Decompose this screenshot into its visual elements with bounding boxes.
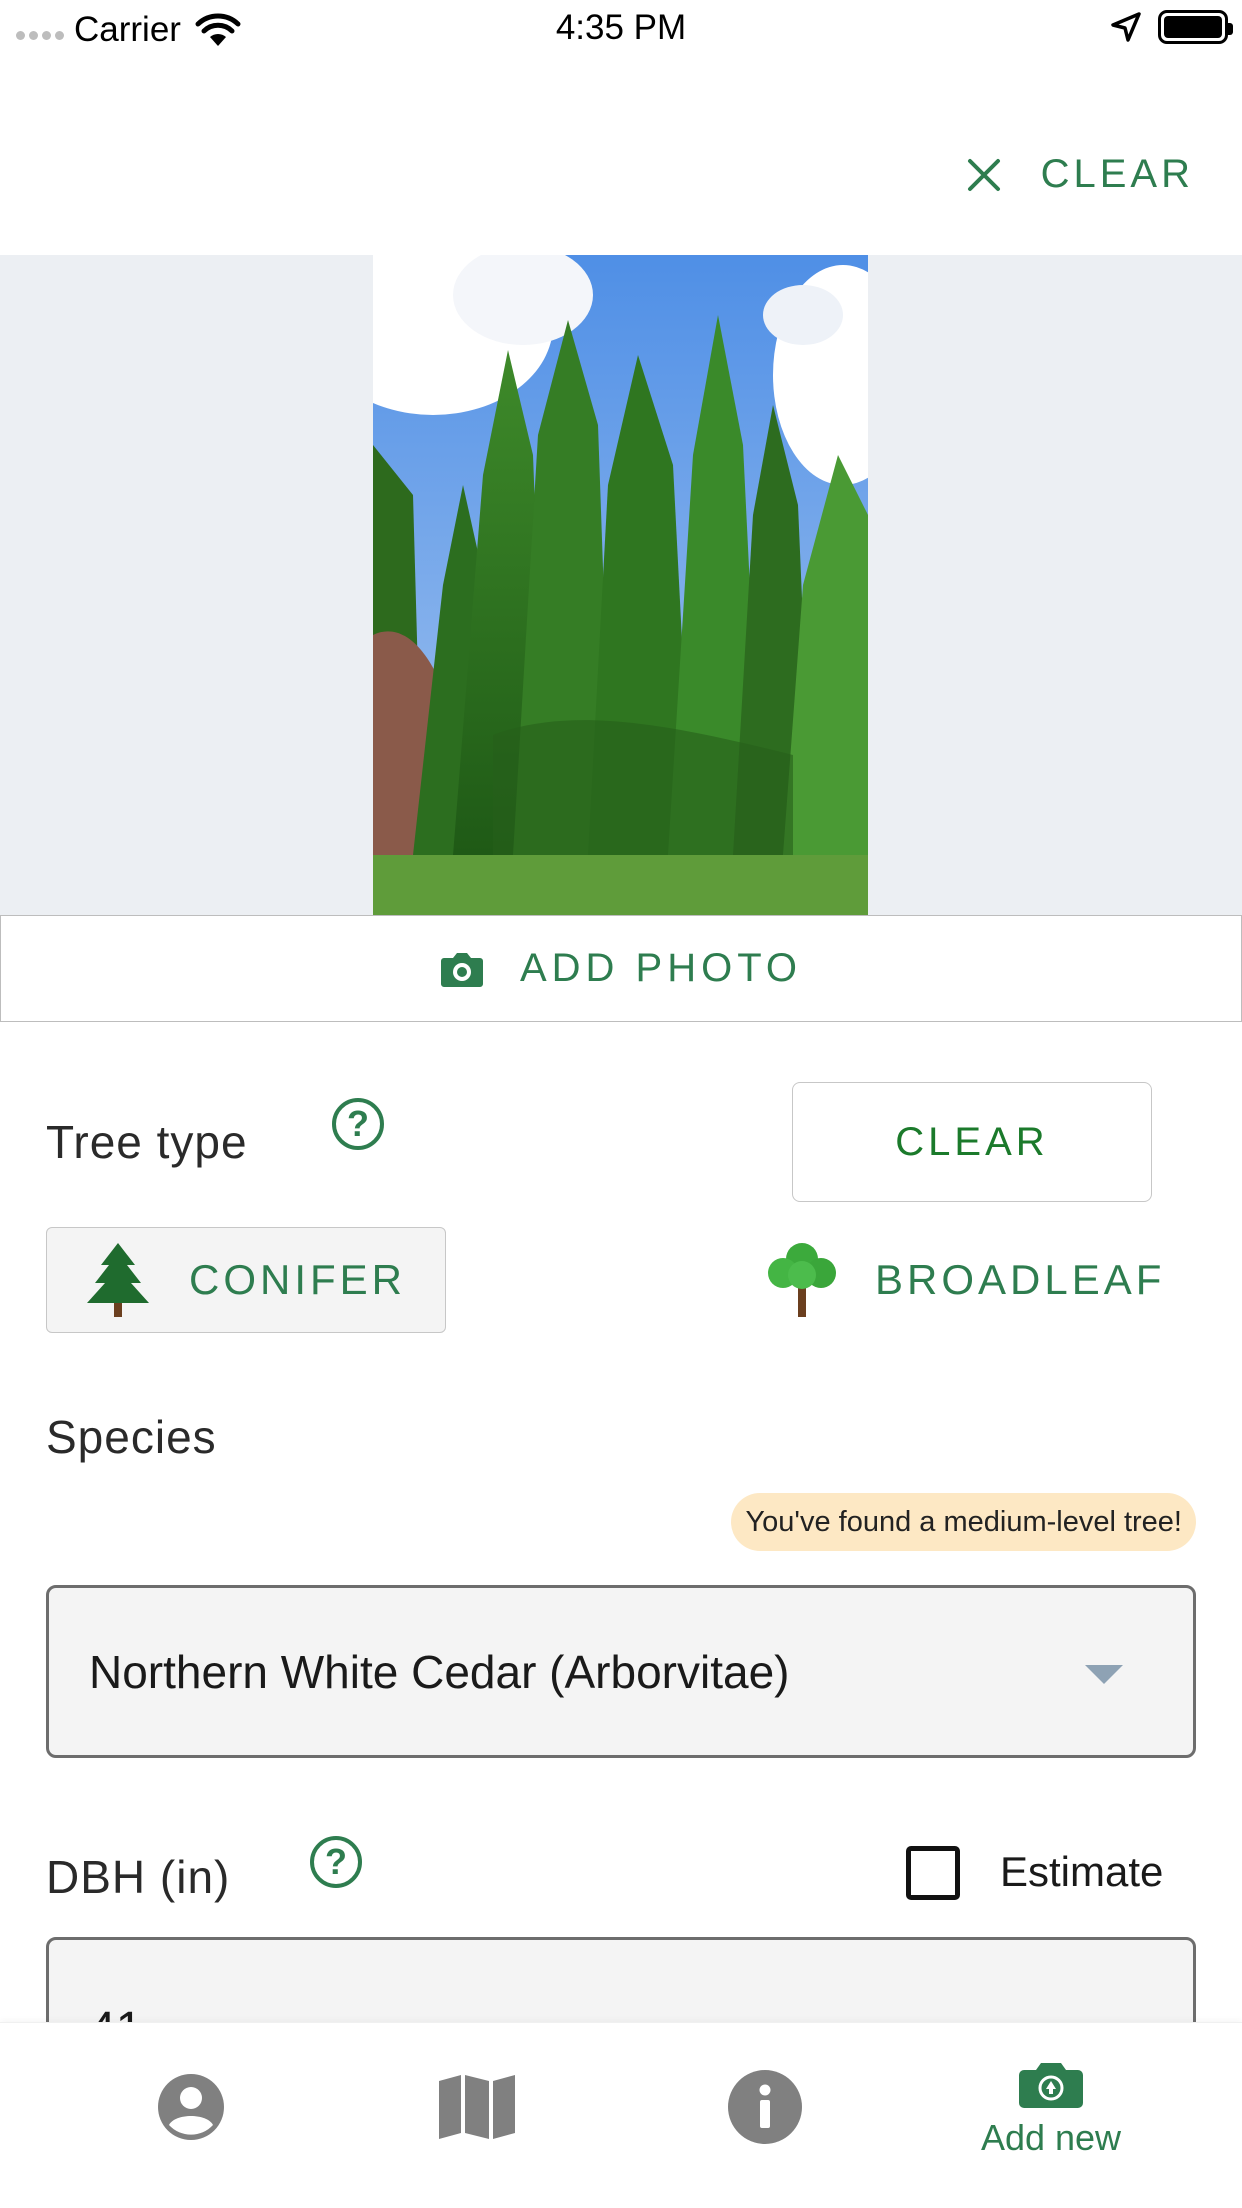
tab-profile[interactable] [36, 2023, 346, 2208]
tree-type-label: Tree type [46, 1116, 248, 1168]
tree-photo [373, 255, 868, 915]
dropdown-caret-icon [1085, 1665, 1123, 1684]
species-select[interactable]: Northern White Cedar (Arborvitae) [46, 1585, 1196, 1758]
status-time: 4:35 PM [555, 8, 687, 47]
tab-add-new[interactable]: Add new [896, 2023, 1206, 2208]
add-photo-button[interactable]: ADD PHOTO [0, 915, 1242, 1022]
conifer-button[interactable]: CONIFER [46, 1227, 446, 1333]
photo-preview-area [0, 255, 1242, 915]
map-icon [439, 2075, 515, 2139]
species-label: Species [46, 1411, 217, 1463]
status-bar: Carrier 4:35 PM [0, 0, 1242, 60]
account-circle-icon [158, 2074, 224, 2140]
broadleaf-button[interactable]: BROADLEAF [765, 1227, 1165, 1333]
add-photo-label: ADD PHOTO [519, 946, 803, 990]
estimate-checkbox[interactable] [906, 1846, 960, 1900]
tab-info[interactable] [610, 2023, 920, 2208]
tree-level-badge: You've found a medium-level tree! [731, 1493, 1196, 1551]
conifer-label: CONIFER [189, 1256, 406, 1303]
battery-icon [1158, 10, 1233, 44]
tree-type-help-icon[interactable]: ? [332, 1098, 384, 1150]
tree-type-clear-button[interactable]: CLEAR [792, 1082, 1152, 1202]
camera-icon [1019, 2063, 1083, 2108]
bottom-tab-bar: Add new [0, 2022, 1242, 2208]
info-icon [728, 2070, 802, 2144]
camera-icon [440, 952, 483, 987]
clear-all-button[interactable]: CLEAR [967, 152, 1194, 197]
status-right [1110, 10, 1233, 44]
broadleaf-label: BROADLEAF [875, 1256, 1166, 1303]
broadleaf-tree-icon [768, 1243, 836, 1317]
conifer-tree-icon [87, 1243, 149, 1317]
tab-add-new-label: Add new [980, 2117, 1122, 2158]
species-selected-value: Northern White Cedar (Arborvitae) [89, 1645, 790, 1698]
tab-map[interactable] [322, 2023, 632, 2208]
dbh-label: DBH (in) [46, 1851, 231, 1903]
dbh-help-icon[interactable]: ? [310, 1836, 362, 1888]
estimate-label: Estimate [1000, 1848, 1164, 1895]
clear-all-label: CLEAR [1040, 152, 1194, 196]
close-icon [967, 158, 1000, 191]
location-arrow-icon [1111, 12, 1141, 42]
